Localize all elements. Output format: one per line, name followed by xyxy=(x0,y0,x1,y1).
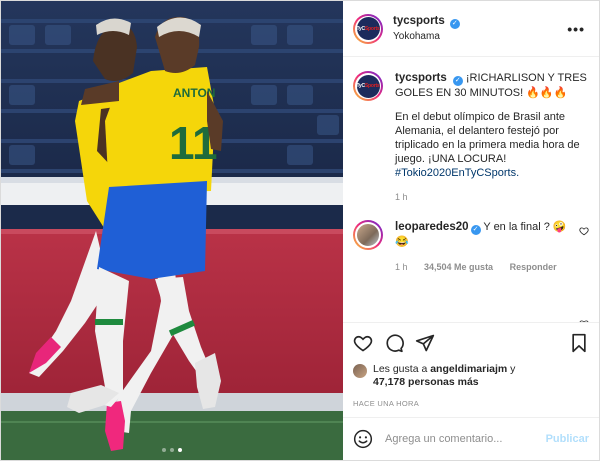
carousel-dot-active[interactable] xyxy=(178,448,182,452)
post-time-ago[interactable]: HACE UNA HORA xyxy=(353,399,589,408)
comment-icon[interactable] xyxy=(384,333,404,353)
author-avatar[interactable]: TyC Sports xyxy=(353,13,383,44)
logo-text-a: TyC xyxy=(356,83,365,89)
caption-avatar[interactable]: TyC Sports xyxy=(353,71,383,101)
instagram-post: ANTON 11 TyC Sports tycsports ✓ Yokohama… xyxy=(0,0,600,461)
liker-avatar[interactable] xyxy=(353,364,367,378)
likes-summary: Les gusta a angeldimariajm y 47,178 pers… xyxy=(353,363,589,389)
post-side-panel: TyC Sports tycsports ✓ Yokohama ••• TyC Sp… xyxy=(343,1,599,460)
heart-icon[interactable] xyxy=(353,333,373,353)
caption: TyC Sports tycsports ✓ ¡RICHARLISON Y TRES… xyxy=(353,71,589,204)
carousel-dot[interactable] xyxy=(162,448,166,452)
comment-item: leoparedes20 ✓ Y en la final ? 🤪 😂 1 h 34… xyxy=(353,220,589,275)
caption-time[interactable]: 1 h xyxy=(395,190,589,204)
action-icons xyxy=(353,331,589,355)
avatar-ring: TyC Sports xyxy=(355,73,381,99)
likes-count[interactable]: 47,178 personas más xyxy=(373,376,479,388)
bookmark-icon[interactable] xyxy=(569,333,589,353)
header-text: tycsports ✓ Yokohama xyxy=(393,15,563,42)
likes-prefix: Les gusta a xyxy=(373,363,428,375)
liker-username[interactable]: angeldimariajm xyxy=(430,363,507,375)
comment-heart-icon[interactable] xyxy=(579,226,589,236)
logo-text-a: TyC xyxy=(356,25,365,32)
caption-username[interactable]: tycsports xyxy=(395,72,447,84)
caption-body: tycsports ✓ ¡RICHARLISON Y TRES GOLES EN … xyxy=(395,71,589,204)
verified-icon: ✓ xyxy=(452,76,463,86)
caption-text: En el debut olímpico de Brasil ante Alem… xyxy=(395,111,580,165)
post-location[interactable]: Yokohama xyxy=(393,31,563,42)
avatar-ring: TyC Sports xyxy=(355,15,381,42)
logo-text-b: Sports xyxy=(364,25,380,32)
comment-meta: 1 h 34,504 Me gusta Responder xyxy=(395,260,571,275)
logo-text-b: Sports xyxy=(364,83,380,89)
publish-button[interactable]: Publicar xyxy=(546,433,589,445)
share-icon[interactable] xyxy=(415,333,435,353)
caption-hashtag[interactable]: #Tokio2020EnTyCSports. xyxy=(395,167,519,179)
likes-connector: y xyxy=(510,363,516,375)
carousel-dot[interactable] xyxy=(170,448,174,452)
emoji-icon[interactable] xyxy=(353,429,373,449)
post-actions: Les gusta a angeldimariajm y 47,178 pers… xyxy=(343,322,599,408)
add-comment-bar: Publicar xyxy=(343,417,599,460)
tycsports-logo: TyC Sports xyxy=(356,17,380,40)
more-icon[interactable]: ••• xyxy=(563,21,589,37)
likes-text: Les gusta a angeldimariajm y 47,178 pers… xyxy=(373,363,515,389)
verified-icon: ✓ xyxy=(470,225,481,235)
comment-text: Y en la final ? 🤪 xyxy=(483,221,567,233)
commenter-avatar[interactable] xyxy=(353,220,383,250)
tycsports-logo: TyC Sports xyxy=(356,74,380,98)
post-header: TyC Sports tycsports ✓ Yokohama ••• xyxy=(343,1,599,57)
verified-icon: ✓ xyxy=(449,19,460,29)
carousel-indicator xyxy=(1,448,343,452)
commenter-username[interactable]: leoparedes20 xyxy=(395,221,469,233)
comment-body: leoparedes20 ✓ Y en la final ? 🤪 😂 1 h 34… xyxy=(395,220,589,275)
comments-area: TyC Sports tycsports ✓ ¡RICHARLISON Y TRES… xyxy=(343,57,599,322)
comment-likes[interactable]: 34,504 Me gusta xyxy=(424,262,493,272)
comment-emoji-line: 😂 xyxy=(395,236,409,248)
author-username[interactable]: tycsports xyxy=(393,15,445,27)
comment-input[interactable] xyxy=(383,432,546,446)
reply-button[interactable]: Responder xyxy=(510,262,557,272)
commenter-photo xyxy=(355,222,381,248)
comment-time[interactable]: 1 h xyxy=(395,262,408,272)
post-media[interactable]: ANTON 11 xyxy=(1,1,343,460)
post-photo: ANTON 11 xyxy=(1,1,343,460)
